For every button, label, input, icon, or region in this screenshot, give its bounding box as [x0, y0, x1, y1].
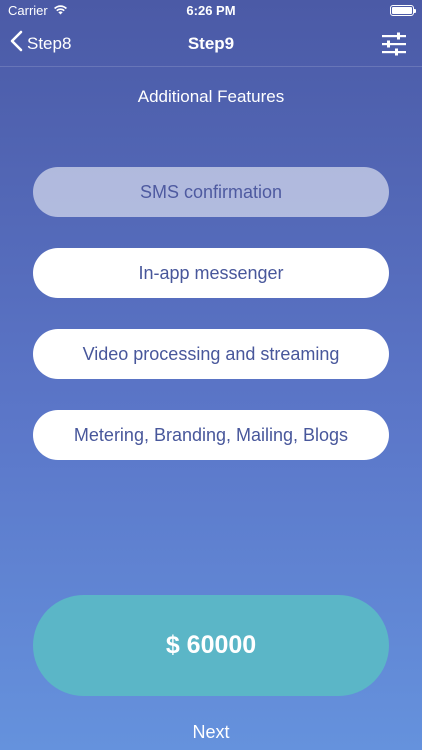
feature-list: SMS confirmation In-app messenger Video … [33, 167, 389, 491]
navigation-bar: Step8 Step9 [0, 22, 422, 67]
feature-option[interactable]: Metering, Branding, Mailing, Blogs [33, 410, 389, 460]
feature-option[interactable]: Video processing and streaming [33, 329, 389, 379]
status-time: 6:26 PM [186, 3, 236, 18]
status-bar: Carrier 6:26 PM [0, 0, 422, 22]
page-title: Step9 [187, 34, 235, 53]
section-title: Additional Features [137, 87, 285, 106]
price-button[interactable]: $ 60000 [33, 595, 389, 696]
next-button[interactable]: Next [0, 722, 422, 743]
sliders-icon[interactable] [380, 30, 408, 58]
feature-option[interactable]: SMS confirmation [33, 167, 389, 217]
feature-option[interactable]: In-app messenger [33, 248, 389, 298]
battery-icon [390, 5, 416, 16]
